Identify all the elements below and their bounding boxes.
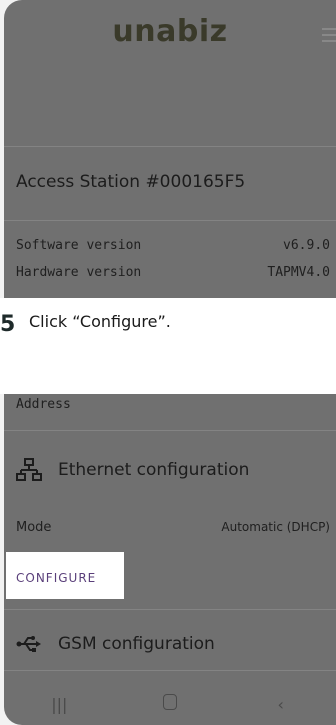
ethernet-section-title[interactable]: Ethernet configuration [16, 457, 249, 483]
ethernet-title: Ethernet configuration [58, 460, 250, 480]
divider [4, 220, 336, 221]
station-title: Access Station #000165F5 [16, 172, 246, 192]
app-logo: unabiz [112, 14, 228, 49]
gsm-title: GSM configuration [58, 634, 215, 654]
info-value: v6.9.0 [283, 238, 330, 253]
info-label: Software version [16, 238, 142, 253]
step-number: 5 [0, 312, 16, 337]
address-label: Address [16, 397, 71, 412]
android-nav-bar: ||| ‹ [4, 683, 336, 725]
home-icon[interactable] [140, 694, 200, 714]
info-value: TAPMV4.0 [267, 265, 330, 280]
mode-value: Automatic (DHCP) [221, 520, 330, 534]
instruction-overlay: 5 Click “Configure”. [0, 298, 336, 394]
info-label: Hardware version [16, 265, 142, 280]
mode-label: Mode [16, 520, 52, 535]
ethernet-network-icon [16, 457, 42, 483]
gsm-section-title[interactable]: GSM configuration [16, 631, 215, 657]
divider [4, 430, 336, 431]
hamburger-menu-icon[interactable] [322, 28, 336, 46]
app-header: unabiz [4, 0, 336, 80]
back-icon[interactable]: ‹ [251, 695, 311, 714]
info-row-hardware: Hardware version TAPMV4.0 [16, 265, 330, 280]
divider [4, 609, 336, 610]
usb-icon [16, 631, 42, 657]
info-row-software: Software version v6.9.0 [16, 238, 330, 253]
configure-button[interactable]: CONFIGURE [16, 571, 96, 585]
divider [4, 146, 336, 147]
divider [4, 670, 336, 671]
step-text: Click “Configure”. [29, 312, 171, 331]
recents-icon[interactable]: ||| [29, 695, 89, 714]
